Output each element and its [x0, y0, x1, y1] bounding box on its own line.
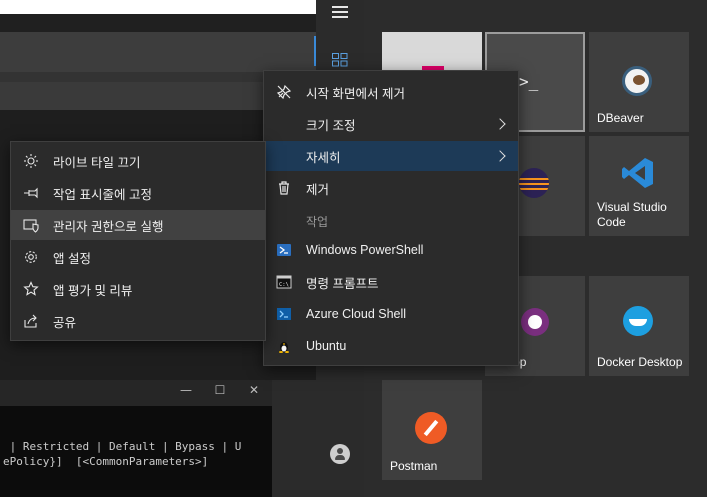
- tile-label: Docker Desktop: [597, 355, 683, 369]
- svg-text:C:\: C:\: [279, 282, 289, 288]
- submenu-item-label: 작업 표시줄에 고정: [53, 187, 152, 202]
- terminal-icon: >_: [519, 72, 539, 91]
- close-button[interactable]: ✕: [246, 382, 262, 398]
- eclipse-icon: [519, 168, 549, 198]
- console-line-1: | Restricted | Default | Bypass | U: [3, 440, 242, 453]
- minimize-button[interactable]: —: [178, 382, 194, 398]
- vscode-icon: [622, 158, 653, 188]
- menu-item-label: Windows PowerShell: [306, 243, 424, 257]
- menu-item-label: 크기 조정: [306, 118, 356, 133]
- menu-item-more[interactable]: 자세히: [264, 141, 518, 171]
- chevron-right-icon: [494, 118, 506, 130]
- background-panel: [272, 380, 316, 497]
- cmd-icon: C:\: [276, 274, 292, 290]
- pin-icon: [23, 185, 39, 201]
- background-strip: [0, 14, 316, 32]
- hamburger-menu-icon[interactable]: [332, 6, 348, 18]
- menu-item-label: Azure Cloud Shell: [306, 307, 407, 321]
- star-icon: [23, 281, 39, 297]
- background-toolbar: [0, 32, 316, 72]
- submenu-item-share[interactable]: 공유: [11, 306, 265, 336]
- share-icon: [23, 313, 39, 329]
- tasks-section-title: 작업: [306, 215, 329, 229]
- menu-item-powershell[interactable]: Windows PowerShell: [264, 235, 518, 265]
- unpin-icon: [276, 84, 292, 100]
- menu-item-cmd[interactable]: C:\ 명령 프롬프트: [264, 267, 518, 297]
- submenu-item-label: 공유: [53, 315, 77, 330]
- admin-shield-icon: [23, 217, 39, 233]
- menu-item-label: Ubuntu: [306, 339, 347, 353]
- tile-vscode[interactable]: Visual Studio Code: [589, 136, 689, 236]
- menu-item-label: 자세히: [306, 150, 341, 165]
- tile-label: Visual Studio Code: [597, 200, 667, 229]
- submenu-item-live-tile[interactable]: 라이브 타일 끄기: [11, 146, 265, 176]
- submenu-item-label: 관리자 권한으로 실행: [53, 219, 164, 234]
- menu-item-label: 제거: [306, 182, 330, 197]
- github-icon: [521, 308, 549, 336]
- user-avatar-icon[interactable]: [330, 444, 350, 464]
- menu-item-uninstall[interactable]: 제거: [264, 173, 518, 203]
- tile-dbeaver[interactable]: DBeaver: [589, 32, 689, 132]
- live-tile-icon: [23, 153, 39, 169]
- submenu-item-rate-review[interactable]: 앱 평가 및 리뷰: [11, 274, 265, 304]
- chevron-right-icon: [494, 150, 506, 162]
- dbeaver-icon: [622, 66, 652, 96]
- menu-item-unpin[interactable]: 시작 화면에서 제거: [264, 77, 518, 107]
- console-line-2: ePolicy}] [<CommonParameters>]: [3, 455, 209, 468]
- tile-docker[interactable]: Docker Desktop: [589, 276, 689, 376]
- tile-label: Postman: [390, 459, 438, 473]
- menu-item-label: 시작 화면에서 제거: [306, 86, 405, 101]
- submenu-item-label: 앱 설정: [53, 251, 91, 266]
- docker-icon: [623, 306, 653, 336]
- menu-item-azure[interactable]: Azure Cloud Shell: [264, 299, 518, 329]
- console-titlebar: [0, 380, 272, 406]
- submenu-item-label: 라이브 타일 끄기: [53, 155, 141, 170]
- ubuntu-icon: [276, 338, 292, 354]
- menu-item-label: 명령 프롬프트: [306, 276, 379, 291]
- tiles-view-icon[interactable]: [332, 52, 348, 67]
- console-window: | Restricted | Default | Bypass | U ePol…: [0, 406, 272, 497]
- background-window-top: [0, 0, 316, 14]
- desktop: — ☐ ✕ | Restricted | Default | Bypass | …: [0, 0, 707, 497]
- context-menu: 시작 화면에서 제거 크기 조정 자세히 제거 작업 Windows Power…: [263, 70, 519, 366]
- maximize-button[interactable]: ☐: [212, 382, 228, 398]
- powershell-icon: [276, 242, 292, 258]
- more-submenu: 라이브 타일 끄기 작업 표시줄에 고정 관리자 권한으로 실행 앱 설정 앱 …: [10, 141, 266, 341]
- submenu-item-app-settings[interactable]: 앱 설정: [11, 242, 265, 272]
- submenu-item-pin-taskbar[interactable]: 작업 표시줄에 고정: [11, 178, 265, 208]
- trash-icon: [276, 180, 292, 196]
- tile-postman[interactable]: Postman: [382, 380, 482, 480]
- menu-item-ubuntu[interactable]: Ubuntu: [264, 331, 518, 361]
- azure-icon: [276, 306, 292, 322]
- menu-item-resize[interactable]: 크기 조정: [264, 109, 518, 139]
- gear-icon: [23, 249, 39, 265]
- submenu-item-label: 앱 평가 및 리뷰: [53, 283, 133, 298]
- submenu-item-run-as-admin[interactable]: 관리자 권한으로 실행: [11, 210, 265, 240]
- tile-label: DBeaver: [597, 111, 644, 125]
- postman-icon: [415, 412, 447, 444]
